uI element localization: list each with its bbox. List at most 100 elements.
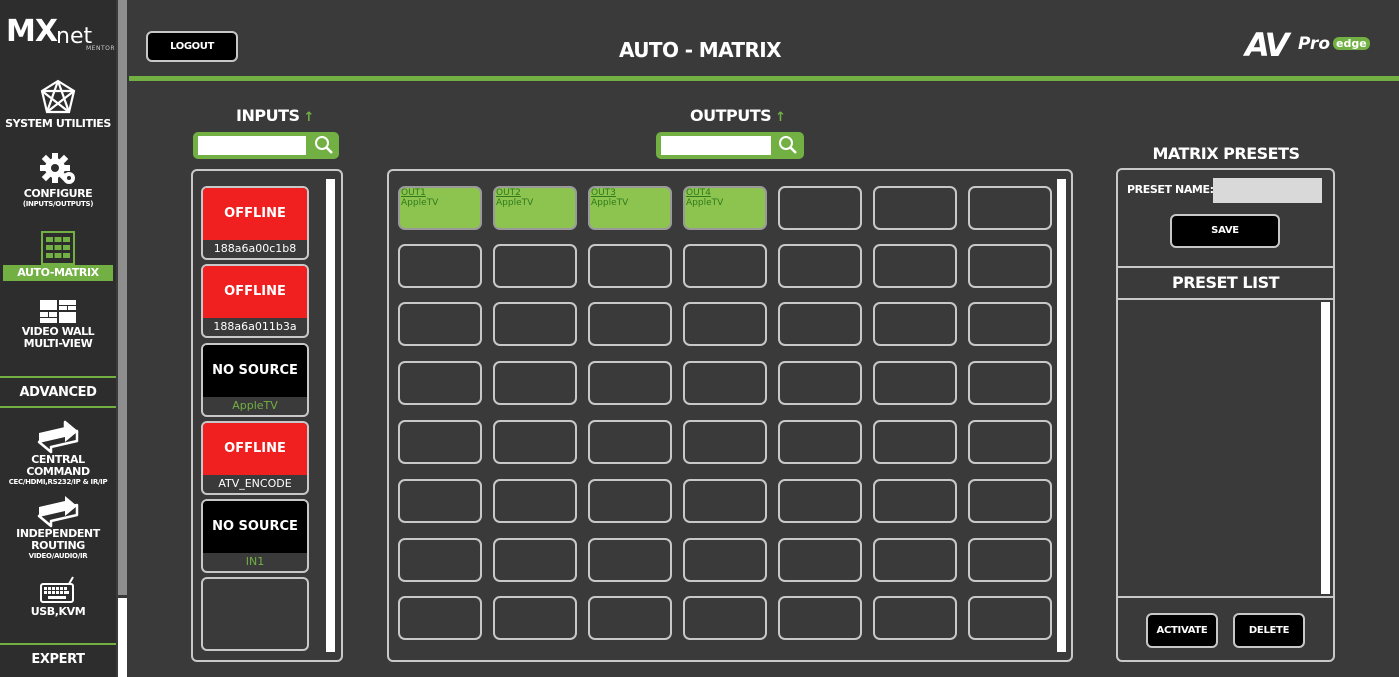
input-tile[interactable]: NO SOURCE AppleTV	[201, 343, 309, 417]
output-tile-empty[interactable]	[873, 479, 957, 523]
output-tile-empty[interactable]	[968, 361, 1052, 405]
input-status: OFFLINE	[203, 188, 307, 240]
output-tile-empty[interactable]	[398, 302, 482, 346]
output-tile-empty[interactable]	[493, 302, 577, 346]
output-tile-empty[interactable]	[778, 186, 862, 230]
save-preset-button[interactable]: SAVE	[1170, 214, 1280, 248]
output-tile-empty[interactable]	[398, 244, 482, 288]
output-tile[interactable]: OUT1 AppleTV	[398, 186, 482, 230]
output-tile-empty[interactable]	[873, 361, 957, 405]
output-tile-empty[interactable]	[968, 244, 1052, 288]
output-tile-empty[interactable]	[588, 361, 672, 405]
output-tile-empty[interactable]	[873, 538, 957, 582]
output-tile[interactable]: OUT3 AppleTV	[588, 186, 672, 230]
output-tile-empty[interactable]	[493, 596, 577, 640]
logout-button[interactable]: LOGOUT	[146, 31, 238, 62]
search-icon[interactable]	[777, 134, 799, 156]
outputs-search-input[interactable]	[661, 136, 771, 155]
inputs-heading[interactable]: INPUTS ↑	[236, 106, 314, 125]
nav-configure[interactable]: CONFIGURE (INPUTS/OUTPUTS)	[0, 148, 116, 209]
delete-preset-button[interactable]: DELETE	[1233, 613, 1305, 648]
outputs-heading[interactable]: OUTPUTS ↑	[690, 106, 786, 125]
nav-system-utilities[interactable]: SYSTEM UTILITIES	[0, 78, 116, 130]
output-tile-empty[interactable]	[778, 361, 862, 405]
output-tile-empty[interactable]	[968, 479, 1052, 523]
nav-auto-matrix[interactable]: AUTO-MATRIX	[0, 231, 116, 281]
output-tile[interactable]: OUT2 AppleTV	[493, 186, 577, 230]
output-tile-empty[interactable]	[968, 596, 1052, 640]
input-name: AppleTV	[232, 399, 278, 412]
nav-central-command[interactable]: CENTRAL COMMAND CEC/HDMI,RS232/IP & IR/I…	[0, 420, 116, 487]
output-tile-empty[interactable]	[588, 420, 672, 464]
output-tile-empty[interactable]	[588, 244, 672, 288]
output-tile-empty[interactable]	[873, 186, 957, 230]
output-tile-empty[interactable]	[968, 538, 1052, 582]
output-tile[interactable]: OUT4 AppleTV	[683, 186, 767, 230]
preset-list-scrollbar[interactable]	[1321, 302, 1330, 594]
output-tile-empty[interactable]	[683, 479, 767, 523]
sort-arrow-icon[interactable]: ↑	[775, 110, 786, 125]
logo-mentor: MENTOR	[86, 45, 116, 52]
output-name: OUT2	[496, 188, 521, 198]
output-tile-empty[interactable]	[398, 479, 482, 523]
nav-independent-routing[interactable]: INDEPENDENT ROUTING VIDEO/AUDIO/IR	[0, 494, 116, 561]
input-tile-empty[interactable]	[201, 577, 309, 651]
output-tile-empty[interactable]	[873, 302, 957, 346]
output-tile-empty[interactable]	[683, 420, 767, 464]
output-tile-empty[interactable]	[493, 361, 577, 405]
output-tile-empty[interactable]	[493, 420, 577, 464]
output-tile-empty[interactable]	[968, 186, 1052, 230]
search-icon[interactable]	[313, 134, 335, 156]
output-tile-empty[interactable]	[968, 420, 1052, 464]
output-tile-empty[interactable]	[398, 420, 482, 464]
output-tile-empty[interactable]	[493, 244, 577, 288]
sidebar-scrollbar[interactable]	[116, 0, 129, 677]
output-tile-empty[interactable]	[778, 420, 862, 464]
output-tile-empty[interactable]	[778, 538, 862, 582]
nav-advanced-header[interactable]: ADVANCED	[0, 385, 116, 400]
output-tile-empty[interactable]	[683, 538, 767, 582]
output-tile-empty[interactable]	[683, 361, 767, 405]
output-tile-empty[interactable]	[778, 596, 862, 640]
output-tile-empty[interactable]	[493, 479, 577, 523]
input-status: NO SOURCE	[203, 501, 307, 553]
inputs-search-input[interactable]	[198, 136, 306, 155]
output-tile-empty[interactable]	[683, 596, 767, 640]
output-tile-empty[interactable]	[873, 244, 957, 288]
sort-arrow-icon[interactable]: ↑	[304, 110, 315, 125]
output-tile-empty[interactable]	[588, 596, 672, 640]
output-tile-empty[interactable]	[873, 420, 957, 464]
nav-configure-sublabel: (INPUTS/OUTPUTS)	[22, 200, 94, 208]
output-tile-empty[interactable]	[778, 302, 862, 346]
output-tile-empty[interactable]	[683, 244, 767, 288]
nav-video-wall[interactable]: VIDEO WALL MULTI-VIEW	[0, 298, 116, 350]
sidebar-scrollbar-thumb[interactable]	[118, 0, 127, 595]
output-tile-empty[interactable]	[398, 361, 482, 405]
nav-expert-header[interactable]: EXPERT	[0, 652, 116, 667]
output-tile-empty[interactable]	[398, 596, 482, 640]
input-tile[interactable]: OFFLINE ATV_ENCODE	[201, 421, 309, 495]
activate-preset-button[interactable]: ACTIVATE	[1146, 613, 1218, 648]
nav-auto-matrix-label: AUTO-MATRIX	[3, 265, 113, 281]
output-tile-empty[interactable]	[588, 479, 672, 523]
preset-name-input[interactable]	[1213, 178, 1322, 203]
matrix-grid-icon	[41, 231, 75, 265]
output-tile-empty[interactable]	[873, 596, 957, 640]
nav-usb-kvm[interactable]: USB,KVM	[0, 576, 116, 618]
sidebar-divider	[0, 406, 116, 408]
input-tile[interactable]: NO SOURCE IN1	[201, 499, 309, 573]
input-tile[interactable]: OFFLINE 188a6a011b3a	[201, 264, 309, 338]
output-tile-empty[interactable]	[683, 302, 767, 346]
output-tile-empty[interactable]	[398, 538, 482, 582]
output-tile-empty[interactable]	[778, 244, 862, 288]
output-tile-empty[interactable]	[588, 538, 672, 582]
output-tile-empty[interactable]	[588, 302, 672, 346]
output-tile-empty[interactable]	[968, 302, 1052, 346]
input-tile[interactable]: OFFLINE 188a6a00c1b8	[201, 186, 309, 260]
network-globe-icon	[40, 79, 76, 114]
inputs-scrollbar[interactable]	[326, 179, 335, 652]
outputs-scrollbar[interactable]	[1057, 179, 1066, 652]
nav-central-command-sublabel: CEC/HDMI,RS232/IP & IR/IP	[8, 478, 108, 486]
output-tile-empty[interactable]	[778, 479, 862, 523]
output-tile-empty[interactable]	[493, 538, 577, 582]
